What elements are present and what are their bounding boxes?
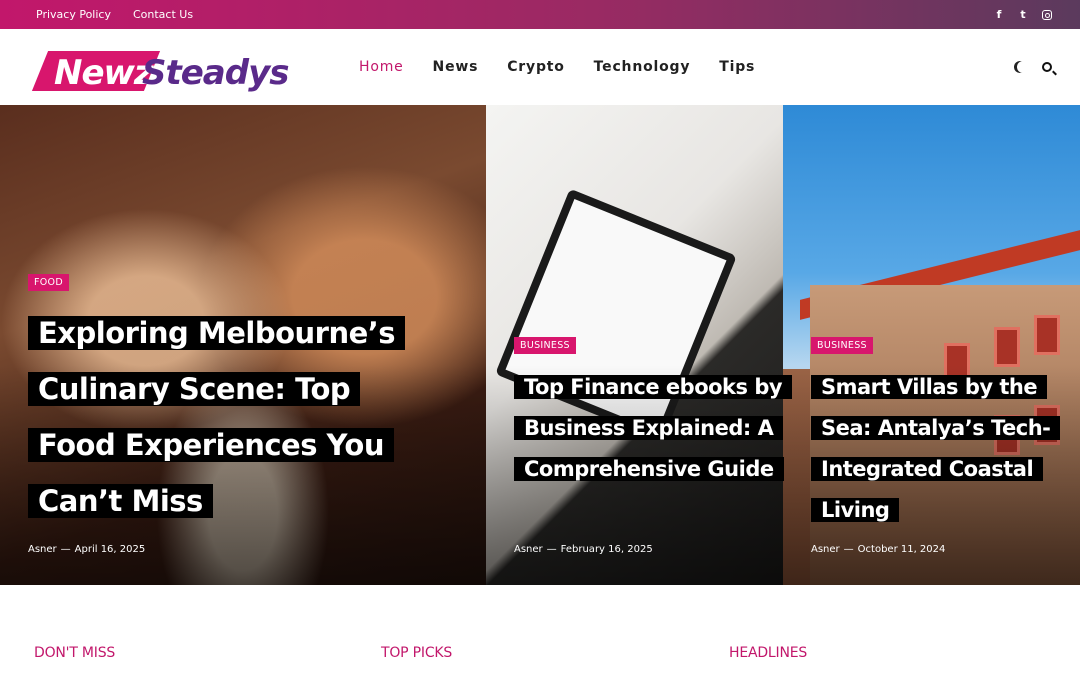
post-date: February 16, 2025 xyxy=(560,544,653,555)
search-icon[interactable] xyxy=(1042,62,1052,72)
logo-word-1: Newz xyxy=(54,53,154,93)
twitter-icon[interactable]: t xyxy=(1018,8,1028,21)
facebook-icon[interactable]: f xyxy=(994,8,1004,21)
nav-crypto[interactable]: Crypto xyxy=(507,59,564,75)
contact-us-link[interactable]: Contact Us xyxy=(133,8,193,21)
social-links: f t xyxy=(994,8,1052,21)
nav-home[interactable]: Home xyxy=(359,59,404,75)
category-badge[interactable]: FOOD xyxy=(28,274,69,291)
post-meta: Asner — February 16, 2025 xyxy=(514,544,653,555)
hero-grid: FOOD Exploring Melbourne’s Culinary Scen… xyxy=(0,105,1080,585)
section-heading-dont-miss: DON'T MISS xyxy=(34,645,116,661)
author-name[interactable]: Asner xyxy=(514,544,543,555)
main-nav: Home News Crypto Technology Tips xyxy=(359,59,755,75)
privacy-policy-link[interactable]: Privacy Policy xyxy=(36,8,111,21)
top-bar: Privacy Policy Contact Us f t xyxy=(0,0,1080,29)
nav-technology[interactable]: Technology xyxy=(594,59,691,75)
header-icons xyxy=(1014,61,1052,73)
post-date: April 16, 2025 xyxy=(74,544,146,555)
post-meta: Asner — April 16, 2025 xyxy=(28,544,146,555)
logo-word-2: Steadys xyxy=(142,53,289,93)
site-header: Newz Steadys Home News Crypto Technology… xyxy=(0,29,1080,105)
hero-title[interactable]: Top Finance ebooks by Business Explained… xyxy=(514,367,793,490)
instagram-icon[interactable] xyxy=(1042,9,1052,20)
post-meta: Asner — October 11, 2024 xyxy=(811,544,946,555)
nav-tips[interactable]: Tips xyxy=(719,59,755,75)
nav-news[interactable]: News xyxy=(433,59,479,75)
section-heading-top-picks: TOP PICKS xyxy=(381,645,453,661)
hero-title[interactable]: Exploring Melbourne’s Culinary Scene: To… xyxy=(28,305,408,529)
author-name[interactable]: Asner xyxy=(811,544,840,555)
section-heading-headlines: HEADLINES xyxy=(729,645,808,661)
category-badge[interactable]: BUSINESS xyxy=(514,337,576,354)
moon-icon[interactable] xyxy=(1017,61,1029,73)
hero-title[interactable]: Smart Villas by the Sea: Antalya’s Tech-… xyxy=(811,367,1073,531)
site-logo[interactable]: Newz Steadys xyxy=(30,39,289,95)
author-name[interactable]: Asner xyxy=(28,544,57,555)
post-date: October 11, 2024 xyxy=(857,544,946,555)
category-badge[interactable]: BUSINESS xyxy=(811,337,873,354)
top-links: Privacy Policy Contact Us xyxy=(36,8,193,21)
